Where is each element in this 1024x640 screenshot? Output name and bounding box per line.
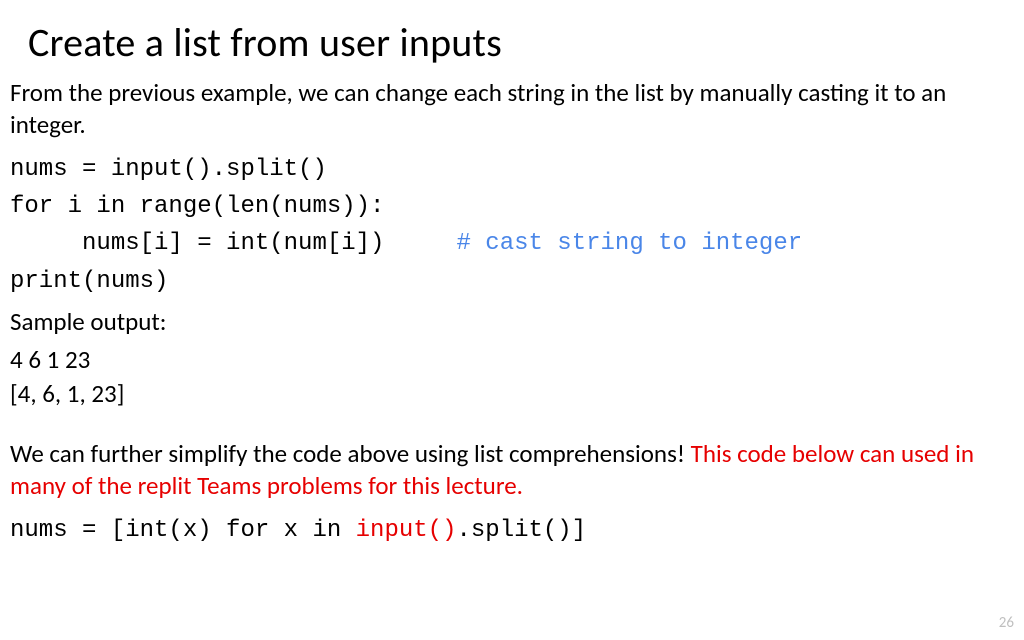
slide-title: Create a list from user inputs bbox=[28, 18, 1014, 67]
code2-post: .split()] bbox=[456, 517, 586, 544]
code2-highlight: input() bbox=[356, 517, 457, 544]
page-number: 26 bbox=[999, 614, 1014, 632]
sample-input: 4 6 1 23 bbox=[10, 344, 1014, 376]
code-line-3-body: nums[i] = int(num[i]) bbox=[10, 230, 456, 257]
sample-output-label: Sample output: bbox=[10, 306, 1014, 338]
code-line-3: nums[i] = int(num[i]) # cast string to i… bbox=[10, 225, 1014, 262]
footer-paragraph: We can further simplify the code above u… bbox=[10, 438, 1014, 502]
code2-line: nums = [int(x) for x in input().split()] bbox=[10, 512, 1014, 549]
slide: Create a list from user inputs From the … bbox=[0, 0, 1024, 549]
code-line-2: for i in range(len(nums)): bbox=[10, 188, 1014, 225]
code2-pre: nums = [int(x) for x in bbox=[10, 517, 356, 544]
code-line-1: nums = input().split() bbox=[10, 151, 1014, 188]
intro-paragraph: From the previous example, we can change… bbox=[10, 77, 1014, 141]
footer-text-black: We can further simplify the code above u… bbox=[10, 438, 691, 469]
sample-output: [4, 6, 1, 23] bbox=[10, 378, 1014, 410]
code-comment: # cast string to integer bbox=[456, 230, 802, 257]
code-line-4: print(nums) bbox=[10, 263, 1014, 300]
spacer bbox=[10, 412, 1014, 434]
